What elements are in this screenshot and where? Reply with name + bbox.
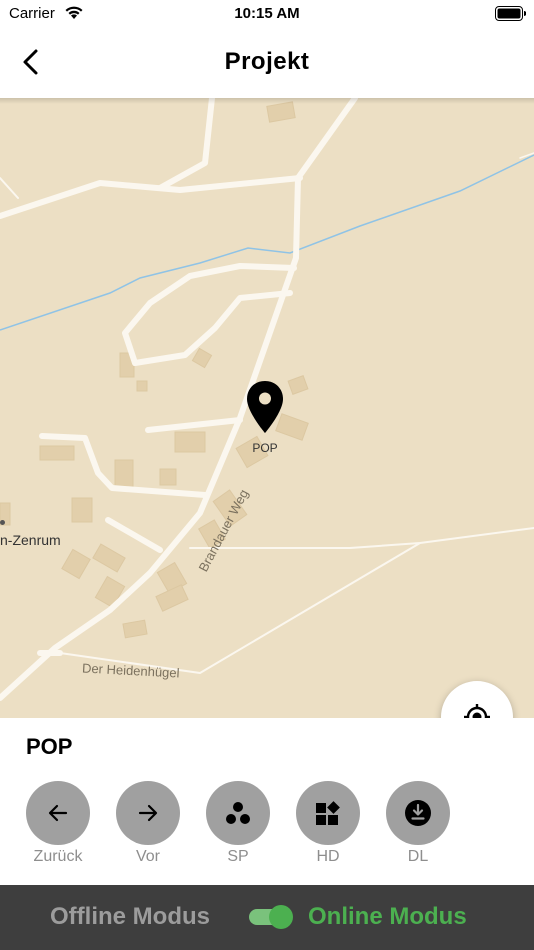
forward-action-label: Vor — [135, 848, 160, 865]
battery-icon — [495, 6, 527, 21]
toggle-knob — [269, 905, 293, 929]
hd-action-label: HD — [316, 848, 340, 865]
offline-mode-label[interactable]: Offline Modus — [50, 903, 210, 931]
online-mode-toggle[interactable] — [249, 905, 295, 929]
mode-bar: Offline Modus Online Modus — [0, 885, 534, 950]
status-time: 10:15 AM — [234, 5, 300, 22]
nav-shadow — [0, 98, 534, 104]
sp-action-button[interactable]: SP — [206, 781, 270, 866]
forward-action-button[interactable]: Vor — [116, 781, 180, 866]
arrow-right-icon — [138, 804, 158, 822]
arrow-left-icon — [48, 804, 68, 822]
poi-title: POP — [26, 734, 73, 759]
poi-panel: POP Zurück Vor SP HD DL — [0, 718, 534, 885]
status-bar: Carrier 10:15 AM — [0, 0, 534, 28]
page-title: Projekt — [224, 48, 310, 75]
map-view[interactable]: n-Zenrum Brandauer Weg Der Heidenhügel P… — [0, 98, 534, 718]
three-dots-icon — [226, 802, 250, 824]
dl-action-button[interactable]: DL — [386, 781, 450, 866]
navigation-bar: Projekt — [0, 28, 534, 98]
hd-action-button[interactable]: HD — [296, 781, 360, 866]
sp-action-label: SP — [227, 848, 249, 865]
dl-action-label: DL — [407, 848, 429, 865]
place-label: n-Zenrum — [0, 532, 61, 548]
online-mode-label[interactable]: Online Modus — [308, 903, 467, 931]
place-dot — [0, 520, 5, 525]
download-icon — [405, 800, 431, 826]
pin-label: POP — [252, 441, 278, 455]
map-pin-icon[interactable] — [246, 380, 284, 439]
back-action-button[interactable]: Zurück — [26, 781, 90, 866]
back-action-label: Zurück — [33, 848, 83, 865]
widgets-icon — [316, 801, 340, 825]
